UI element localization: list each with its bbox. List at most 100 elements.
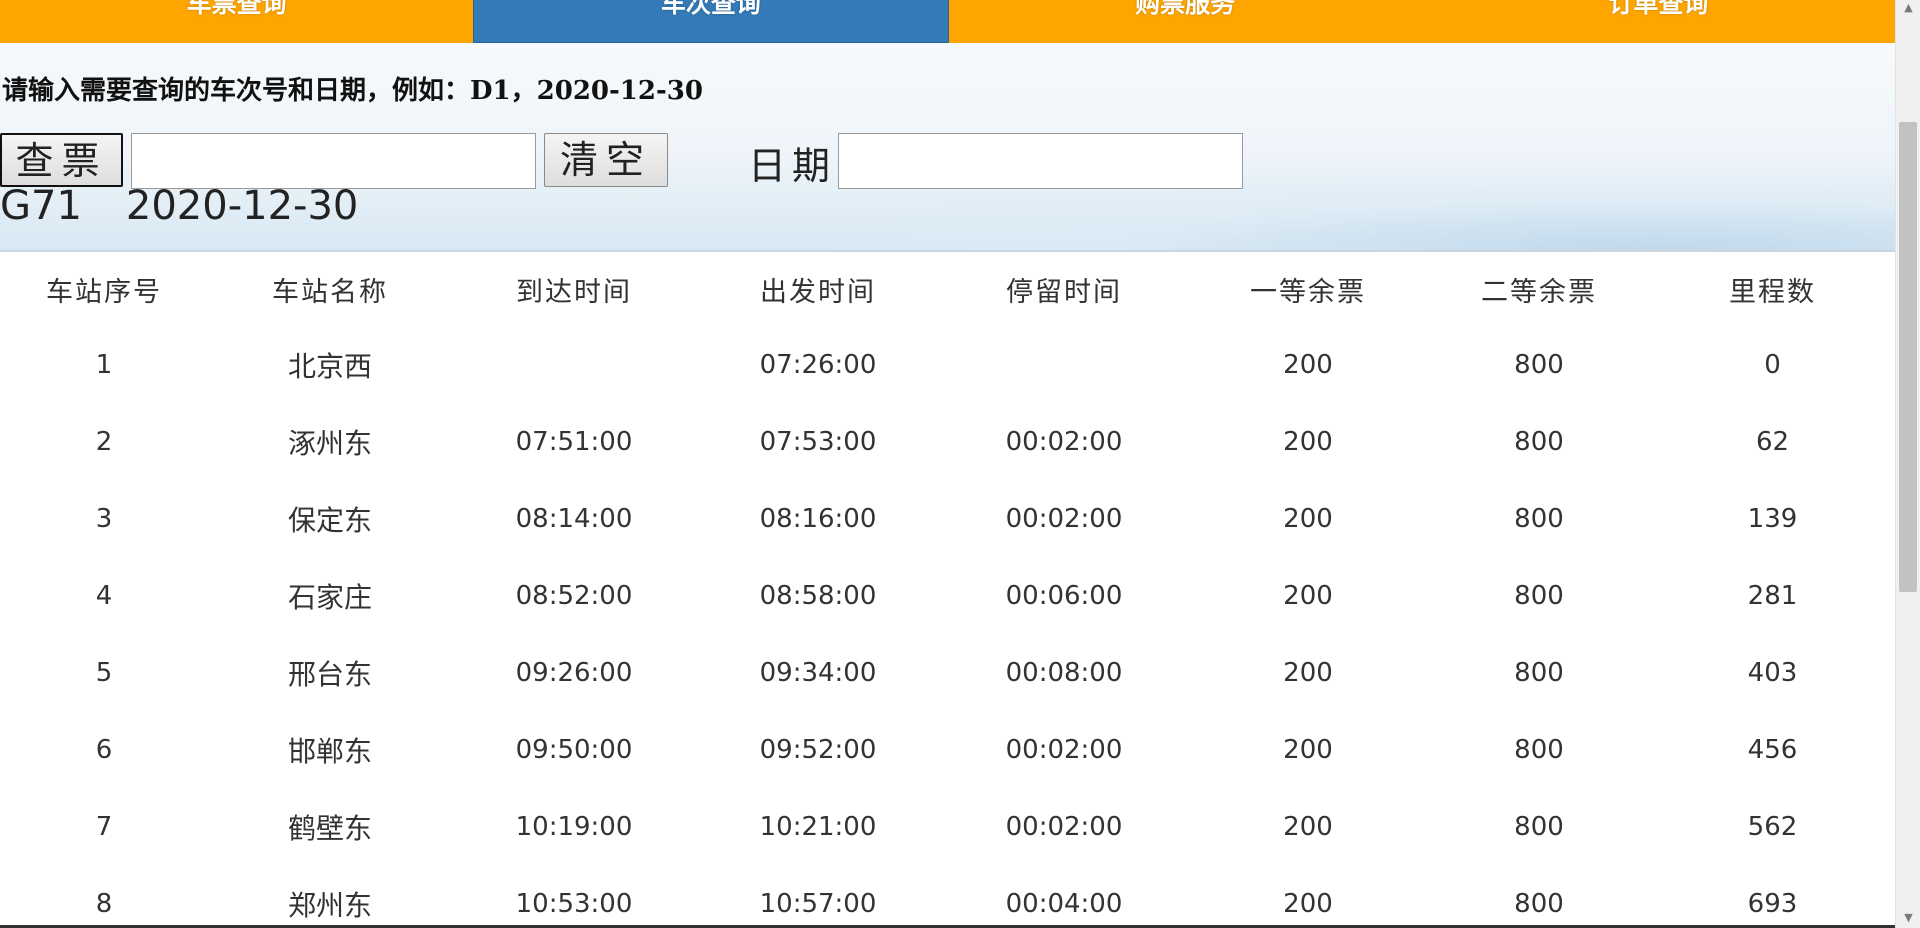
tab-train-query[interactable]: 车次查询 [473, 0, 949, 43]
cell-second-class-tickets: 800 [1514, 580, 1564, 611]
tab-label: 订单查询 [1608, 0, 1709, 18]
cell-station-index: 7 [95, 811, 113, 842]
train-number-input[interactable] [131, 133, 536, 189]
clear-button[interactable]: 清空 [544, 133, 668, 187]
table-body: 1 北京西 07:26:00 200 800 0 2 涿州东 07:51:00 07:53:00 0… [0, 326, 1895, 928]
schedule-table: 车站序号 车站名称 到达时间 出发时间 停留时间 一等余票 二等余票 里程数 1… [0, 252, 1895, 928]
vertical-scrollbar[interactable]: ▲ ▼ [1895, 0, 1920, 928]
col-header-station-index: 车站序号 [46, 276, 162, 308]
cell-departure-time: 10:21:00 [759, 811, 877, 842]
cell-mileage: 693 [1747, 888, 1798, 919]
cell-arrival-time: 10:19:00 [515, 811, 633, 842]
result-summary: G71 2020-12-30 [0, 183, 358, 229]
cell-arrival-time: 09:26:00 [515, 657, 633, 688]
scroll-up-arrow-icon[interactable]: ▲ [1896, 0, 1920, 16]
col-header-departure-time: 出发时间 [760, 276, 876, 308]
cell-departure-time: 09:34:00 [759, 657, 877, 688]
cell-first-class-tickets: 200 [1283, 349, 1333, 380]
cell-arrival-time: 09:50:00 [515, 734, 633, 765]
cell-first-class-tickets: 200 [1283, 580, 1333, 611]
table-row: 4 石家庄 08:52:00 08:58:00 00:06:00 200 800 281 [0, 557, 1895, 634]
cell-mileage: 281 [1747, 580, 1798, 611]
cell-station-index: 3 [95, 503, 113, 534]
table-row: 2 涿州东 07:51:00 07:53:00 00:02:00 200 800 62 [0, 403, 1895, 480]
col-header-arrival-time: 到达时间 [516, 276, 632, 308]
cell-station-name: 邯郸东 [287, 734, 372, 768]
cell-departure-time: 08:16:00 [759, 503, 877, 534]
cell-second-class-tickets: 800 [1514, 503, 1564, 534]
cell-station-name: 郑州东 [287, 888, 372, 922]
cell-station-index: 6 [95, 734, 113, 765]
cell-first-class-tickets: 200 [1283, 426, 1333, 457]
cell-station-index: 2 [95, 426, 113, 457]
table-row: 6 邯郸东 09:50:00 09:52:00 00:02:00 200 800 456 [0, 711, 1895, 788]
cell-station-index: 8 [95, 888, 113, 919]
cell-first-class-tickets: 200 [1283, 888, 1333, 919]
cell-mileage: 562 [1747, 811, 1798, 842]
table-header-row: 车站序号 车站名称 到达时间 出发时间 停留时间 一等余票 二等余票 里程数 [0, 252, 1895, 326]
cell-first-class-tickets: 200 [1283, 657, 1333, 688]
cell-station-name: 保定东 [287, 503, 372, 537]
scrollbar-thumb[interactable] [1899, 122, 1917, 592]
cell-mileage: 139 [1747, 503, 1798, 534]
col-header-mileage: 里程数 [1729, 276, 1816, 308]
cell-arrival-time: 10:53:00 [515, 888, 633, 919]
scroll-down-arrow-icon[interactable]: ▼ [1896, 910, 1920, 926]
cell-station-index: 5 [95, 657, 113, 688]
cell-departure-time: 08:58:00 [759, 580, 877, 611]
cell-station-name: 邢台东 [287, 657, 372, 691]
schedule-table-container: 车站序号 车站名称 到达时间 出发时间 停留时间 一等余票 二等余票 里程数 1… [0, 252, 1895, 928]
cell-arrival-time: 07:51:00 [515, 426, 633, 457]
date-input[interactable] [838, 133, 1243, 189]
cell-first-class-tickets: 200 [1283, 734, 1333, 765]
cell-stop-time: 00:02:00 [1005, 734, 1123, 765]
tab-ticket-service[interactable]: 购票服务 [948, 0, 1422, 43]
result-date: 2020-12-30 [125, 183, 359, 229]
cell-arrival-time: 08:52:00 [515, 580, 633, 611]
table-row: 5 邢台东 09:26:00 09:34:00 00:08:00 200 800 403 [0, 634, 1895, 711]
cell-second-class-tickets: 800 [1514, 734, 1564, 765]
tab-label: 购票服务 [1135, 0, 1236, 18]
cell-departure-time: 10:57:00 [759, 888, 877, 919]
search-hint: 请输入需要查询的车次号和日期，例如：D1，2020-12-30 [2, 76, 703, 106]
table-row: 3 保定东 08:14:00 08:16:00 00:02:00 200 800 139 [0, 480, 1895, 557]
cell-mileage: 62 [1755, 426, 1790, 457]
tab-label: 车票查询 [186, 0, 287, 18]
cell-arrival-time [452, 326, 696, 403]
result-train-number: G71 [0, 183, 82, 229]
cell-stop-time: 00:02:00 [1005, 426, 1123, 457]
search-button[interactable]: 查票 [0, 133, 123, 187]
cell-stop-time: 00:06:00 [1005, 580, 1123, 611]
col-header-first-class-tickets: 一等余票 [1250, 276, 1366, 308]
page: 车票查询 车次查询 购票服务 订单查询 请输入需要查询的车次号和日期，例如：D1… [0, 0, 1920, 928]
top-nav: 车票查询 车次查询 购票服务 订单查询 [0, 0, 1895, 43]
cell-second-class-tickets: 800 [1514, 811, 1564, 842]
cell-stop-time: 00:04:00 [1005, 888, 1123, 919]
cell-second-class-tickets: 800 [1514, 657, 1564, 688]
cell-second-class-tickets: 800 [1514, 426, 1564, 457]
cell-second-class-tickets: 800 [1514, 349, 1564, 380]
cell-arrival-time: 08:14:00 [515, 503, 633, 534]
tab-order-query[interactable]: 订单查询 [1421, 0, 1895, 43]
tab-label: 车次查询 [660, 0, 761, 18]
col-header-stop-time: 停留时间 [1006, 276, 1122, 308]
cell-departure-time: 07:53:00 [759, 426, 877, 457]
cell-stop-time: 00:02:00 [1005, 811, 1123, 842]
cell-station-index: 4 [95, 580, 113, 611]
col-header-station-name: 车站名称 [272, 276, 388, 308]
cell-stop-time [940, 326, 1188, 403]
cell-mileage: 456 [1747, 734, 1798, 765]
table-row: 7 鹤壁东 10:19:00 10:21:00 00:02:00 200 800 562 [0, 788, 1895, 865]
search-panel: 请输入需要查询的车次号和日期，例如：D1，2020-12-30 查票 清空 日期… [0, 43, 1895, 252]
cell-departure-time: 09:52:00 [759, 734, 877, 765]
cell-station-name: 鹤壁东 [287, 811, 372, 845]
cell-mileage: 403 [1747, 657, 1798, 688]
cell-station-index: 1 [95, 349, 113, 380]
cell-mileage: 0 [1764, 349, 1781, 380]
date-label: 日期 [748, 144, 837, 188]
cell-stop-time: 00:08:00 [1005, 657, 1123, 688]
col-header-second-class-tickets: 二等余票 [1481, 276, 1597, 308]
table-row: 1 北京西 07:26:00 200 800 0 [0, 326, 1895, 403]
cell-stop-time: 00:02:00 [1005, 503, 1123, 534]
tab-ticket-query[interactable]: 车票查询 [0, 0, 474, 43]
